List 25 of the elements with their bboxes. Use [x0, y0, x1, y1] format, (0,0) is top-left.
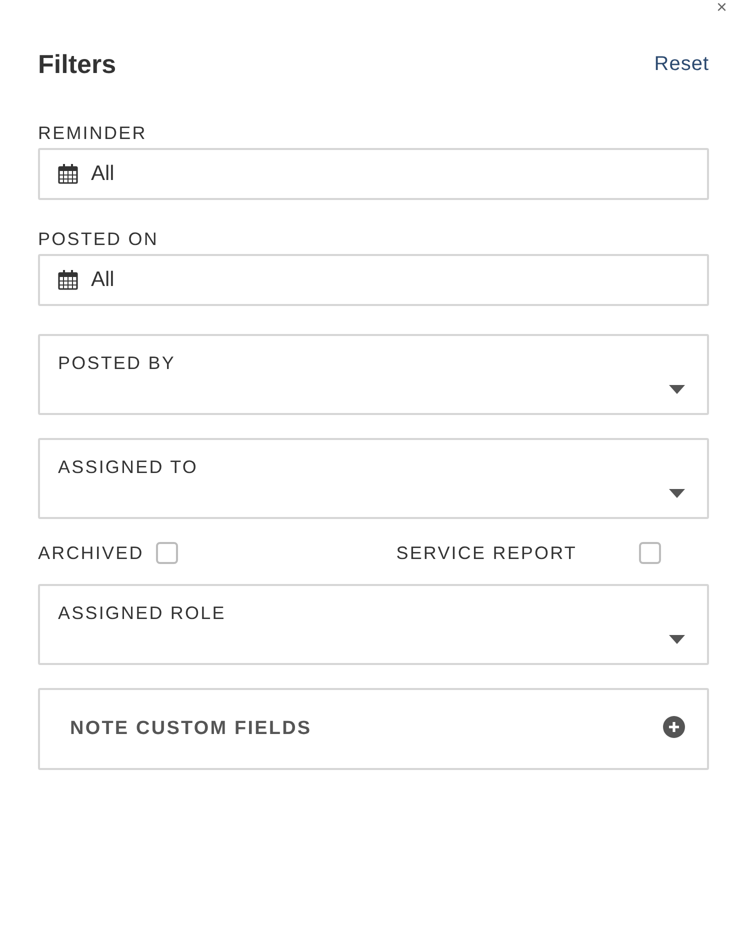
calendar-icon — [57, 269, 79, 291]
calendar-icon — [57, 163, 79, 185]
date-field[interactable]: All — [38, 148, 709, 200]
reset-link[interactable]: Reset — [654, 52, 709, 76]
field-label: POSTED ON — [38, 228, 160, 250]
collapsible-section[interactable]: NOTE CUSTOM FIELDS — [38, 688, 709, 770]
field-label: ASSIGNED TO — [58, 456, 199, 478]
section-title: NOTE CUSTOM FIELDS — [70, 718, 312, 740]
date-field[interactable]: All — [38, 254, 709, 306]
panel-title: Filters — [38, 48, 116, 80]
dropdown-field[interactable]: ASSIGNED ROLE — [38, 584, 709, 665]
caret-icon — [669, 385, 685, 394]
checkbox-label: SERVICE REPORT — [396, 542, 577, 564]
plus-icon — [663, 716, 685, 738]
dropdown-field[interactable]: POSTED BY — [38, 334, 709, 415]
field-label: POSTED BY — [58, 352, 176, 374]
field-label: ASSIGNED ROLE — [58, 602, 227, 624]
dropdown-field[interactable]: ASSIGNED TO — [38, 438, 709, 519]
checkbox[interactable] — [156, 542, 178, 564]
caret-icon — [669, 635, 685, 644]
close-button[interactable]: × — [716, 0, 727, 14]
caret-icon — [669, 489, 685, 498]
checkbox[interactable] — [639, 542, 661, 564]
field-label: REMINDER — [38, 122, 148, 144]
checkbox-label: ARCHIVED — [38, 542, 144, 564]
